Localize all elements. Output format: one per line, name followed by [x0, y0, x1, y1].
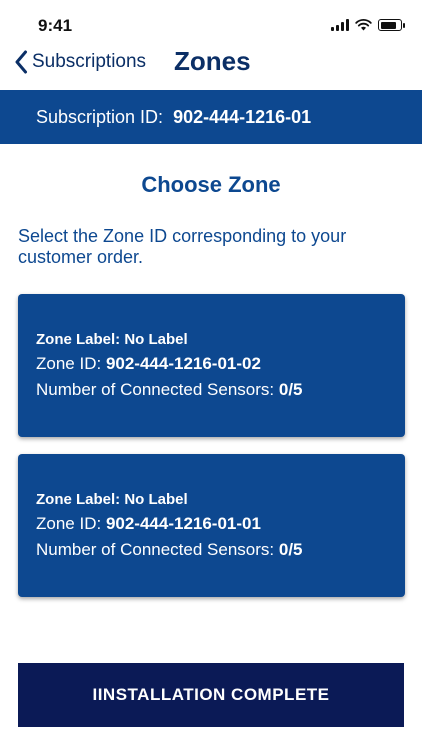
status-bar: 9:41 — [0, 0, 422, 44]
status-icons — [331, 19, 405, 31]
zone-label-caption: Zone Label: — [36, 491, 121, 508]
zone-id-row: Zone ID: 902-444-1216-01-02 — [36, 354, 261, 374]
connected-sensors-caption: Number of Connected Sensors: — [36, 540, 275, 559]
zone-id-caption: Zone ID: — [36, 354, 102, 373]
section-title: Choose Zone — [141, 172, 281, 197]
zone-card[interactable]: Zone Label: No Label Zone ID: 902-444-12… — [18, 454, 405, 597]
connected-sensors-value: 0/5 — [278, 540, 303, 559]
subscription-banner: Subscription ID: 902-444-1216-01 — [0, 90, 422, 144]
installation-complete-button[interactable]: IINSTALLATION COMPLETE — [18, 663, 404, 727]
connected-sensors-row: Number of Connected Sensors: 0/5 — [36, 380, 303, 400]
zone-id-row: Zone ID: 902-444-1216-01-01 — [36, 514, 261, 534]
zone-label-value: No Label — [124, 491, 188, 508]
zone-card[interactable]: Zone Label: No Label Zone ID: 902-444-12… — [18, 294, 405, 437]
page-title: Zones — [174, 46, 251, 76]
zone-id-value: 902-444-1216-01-02 — [105, 354, 261, 373]
back-button[interactable]: Subscriptions — [14, 50, 146, 74]
back-button-label: Subscriptions — [32, 51, 147, 72]
subscription-id-value: 902-444-1216-01 — [173, 106, 312, 127]
wifi-icon — [355, 19, 372, 31]
chevron-left-icon — [15, 50, 27, 74]
nav-bar: Subscriptions Zones — [0, 44, 422, 90]
subscription-id-label: Subscription ID: — [36, 106, 164, 127]
connected-sensors-row: Number of Connected Sensors: 0/5 — [36, 540, 303, 560]
connected-sensors-caption: Number of Connected Sensors: — [36, 380, 275, 399]
zone-label-row: Zone Label: No Label — [36, 331, 188, 348]
status-time: 9:41 — [38, 16, 73, 35]
zone-label-value: No Label — [124, 331, 188, 348]
zone-label-caption: Zone Label: — [36, 331, 121, 348]
cellular-signal-icon — [331, 19, 349, 31]
zone-id-caption: Zone ID: — [36, 514, 102, 533]
battery-icon — [378, 19, 405, 31]
zone-label-row: Zone Label: No Label — [36, 491, 188, 508]
instructions-text: Select the Zone ID corresponding to your… — [18, 226, 347, 267]
zone-id-value: 902-444-1216-01-01 — [105, 514, 261, 533]
connected-sensors-value: 0/5 — [278, 380, 303, 399]
